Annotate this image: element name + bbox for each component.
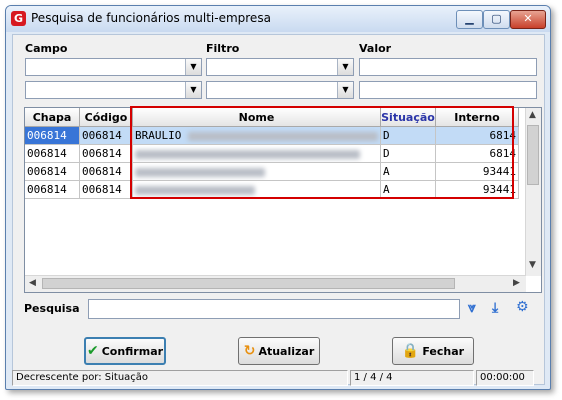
- redacted-text: [135, 185, 255, 195]
- lock-icon: 🔒: [401, 343, 420, 359]
- status-time: 00:00:00: [476, 370, 534, 386]
- minimize-button[interactable]: ▁: [456, 10, 483, 29]
- valor-input-1[interactable]: [359, 58, 537, 76]
- maximize-button[interactable]: ▢: [483, 10, 510, 29]
- expand-down-icon[interactable]: ⩔: [468, 300, 476, 316]
- scroll-up-icon[interactable]: ▲: [529, 110, 536, 120]
- chevron-down-icon[interactable]: ▼: [337, 82, 353, 98]
- cell-situacao[interactable]: D: [380, 126, 436, 145]
- cell-chapa[interactable]: 006814: [25, 180, 80, 199]
- column-header-chapa[interactable]: Chapa: [25, 108, 80, 127]
- campo-select-2[interactable]: ▼: [25, 81, 202, 99]
- filtro-select-1[interactable]: ▼: [206, 58, 354, 76]
- redacted-text: [187, 131, 378, 141]
- cell-nome[interactable]: [132, 144, 381, 163]
- table-row[interactable]: 006814 006814 A 93441: [25, 180, 519, 199]
- cell-interno[interactable]: 93441: [435, 162, 519, 181]
- vertical-scrollbar[interactable]: ▲ ▼: [525, 108, 541, 276]
- table-row[interactable]: 006814 006814 BRAULIO D 6814: [25, 126, 519, 145]
- search-label: Pesquisa: [24, 302, 80, 315]
- vertical-scroll-thumb[interactable]: [527, 125, 539, 185]
- expand-all-down-icon[interactable]: ⤓: [492, 300, 498, 316]
- confirm-button-label: Confirmar: [101, 344, 164, 358]
- filtro-select-2[interactable]: ▼: [206, 81, 354, 99]
- redacted-text: [135, 167, 265, 177]
- cell-interno[interactable]: 6814: [435, 126, 519, 145]
- chevron-down-icon[interactable]: ▼: [185, 59, 201, 75]
- column-header-nome[interactable]: Nome: [132, 108, 381, 127]
- search-window: G Pesquisa de funcionários multi-empresa…: [5, 5, 551, 390]
- column-header-codigo[interactable]: Código: [79, 108, 133, 127]
- scroll-down-icon[interactable]: ▼: [529, 260, 536, 270]
- close-button[interactable]: 🔒 Fechar: [392, 337, 474, 365]
- settings-gear-icon[interactable]: ⚙: [516, 299, 529, 315]
- cell-codigo[interactable]: 006814: [79, 144, 133, 163]
- redacted-text: [135, 149, 360, 159]
- cell-codigo[interactable]: 006814: [79, 126, 133, 145]
- title-bar[interactable]: G Pesquisa de funcionários multi-empresa…: [6, 6, 550, 32]
- cell-chapa[interactable]: 006814: [25, 162, 80, 181]
- confirm-button[interactable]: ✔ Confirmar: [84, 337, 166, 365]
- check-icon: ✔: [86, 343, 99, 359]
- chevron-down-icon[interactable]: ▼: [337, 59, 353, 75]
- results-table: Chapa Código Nome Situação Interno 00681…: [25, 108, 519, 199]
- column-header-interno[interactable]: Interno: [435, 108, 519, 127]
- valor-label: Valor: [359, 42, 392, 55]
- status-record-position: 1 / 4 / 4: [350, 370, 474, 386]
- cell-nome[interactable]: [132, 162, 381, 181]
- results-grid[interactable]: Chapa Código Nome Situação Interno 00681…: [24, 107, 542, 293]
- window-title: Pesquisa de funcionários multi-empresa: [31, 11, 271, 25]
- horizontal-scrollbar[interactable]: ◀ ▶: [25, 275, 526, 292]
- cell-situacao[interactable]: A: [380, 162, 436, 181]
- app-logo-icon: G: [11, 11, 26, 26]
- refresh-button[interactable]: ↻ Atualizar: [238, 337, 320, 365]
- scroll-right-icon[interactable]: ▶: [513, 278, 520, 288]
- scroll-left-icon[interactable]: ◀: [29, 278, 36, 288]
- horizontal-scroll-thumb[interactable]: [42, 278, 455, 289]
- filtro-label: Filtro: [206, 42, 240, 55]
- column-header-situacao[interactable]: Situação: [380, 108, 436, 127]
- cell-nome-text: BRAULIO: [135, 129, 182, 142]
- status-bar: Decrescente por: Situação 1 / 4 / 4 00:0…: [12, 370, 536, 387]
- cell-situacao[interactable]: D: [380, 144, 436, 163]
- valor-input-2[interactable]: [359, 81, 537, 99]
- campo-label: Campo: [25, 42, 68, 55]
- close-window-button[interactable]: ✕: [510, 10, 546, 29]
- table-row[interactable]: 006814 006814 A 93441: [25, 162, 519, 181]
- campo-select-1[interactable]: ▼: [25, 58, 202, 76]
- cell-codigo[interactable]: 006814: [79, 162, 133, 181]
- status-sort-text: Decrescente por: Situação: [12, 370, 348, 386]
- cell-interno[interactable]: 93441: [435, 180, 519, 199]
- cell-nome[interactable]: [132, 180, 381, 199]
- cell-interno[interactable]: 6814: [435, 144, 519, 163]
- chevron-down-icon[interactable]: ▼: [185, 82, 201, 98]
- refresh-icon: ↻: [243, 343, 256, 359]
- cell-chapa[interactable]: 006814: [25, 126, 80, 145]
- table-row[interactable]: 006814 006814 D 6814: [25, 144, 519, 163]
- search-input[interactable]: [88, 299, 460, 319]
- cell-codigo[interactable]: 006814: [79, 180, 133, 199]
- cell-situacao[interactable]: A: [380, 180, 436, 199]
- cell-nome[interactable]: BRAULIO: [132, 126, 381, 145]
- refresh-button-label: Atualizar: [258, 344, 315, 358]
- close-button-label: Fechar: [422, 344, 465, 358]
- cell-chapa[interactable]: 006814: [25, 144, 80, 163]
